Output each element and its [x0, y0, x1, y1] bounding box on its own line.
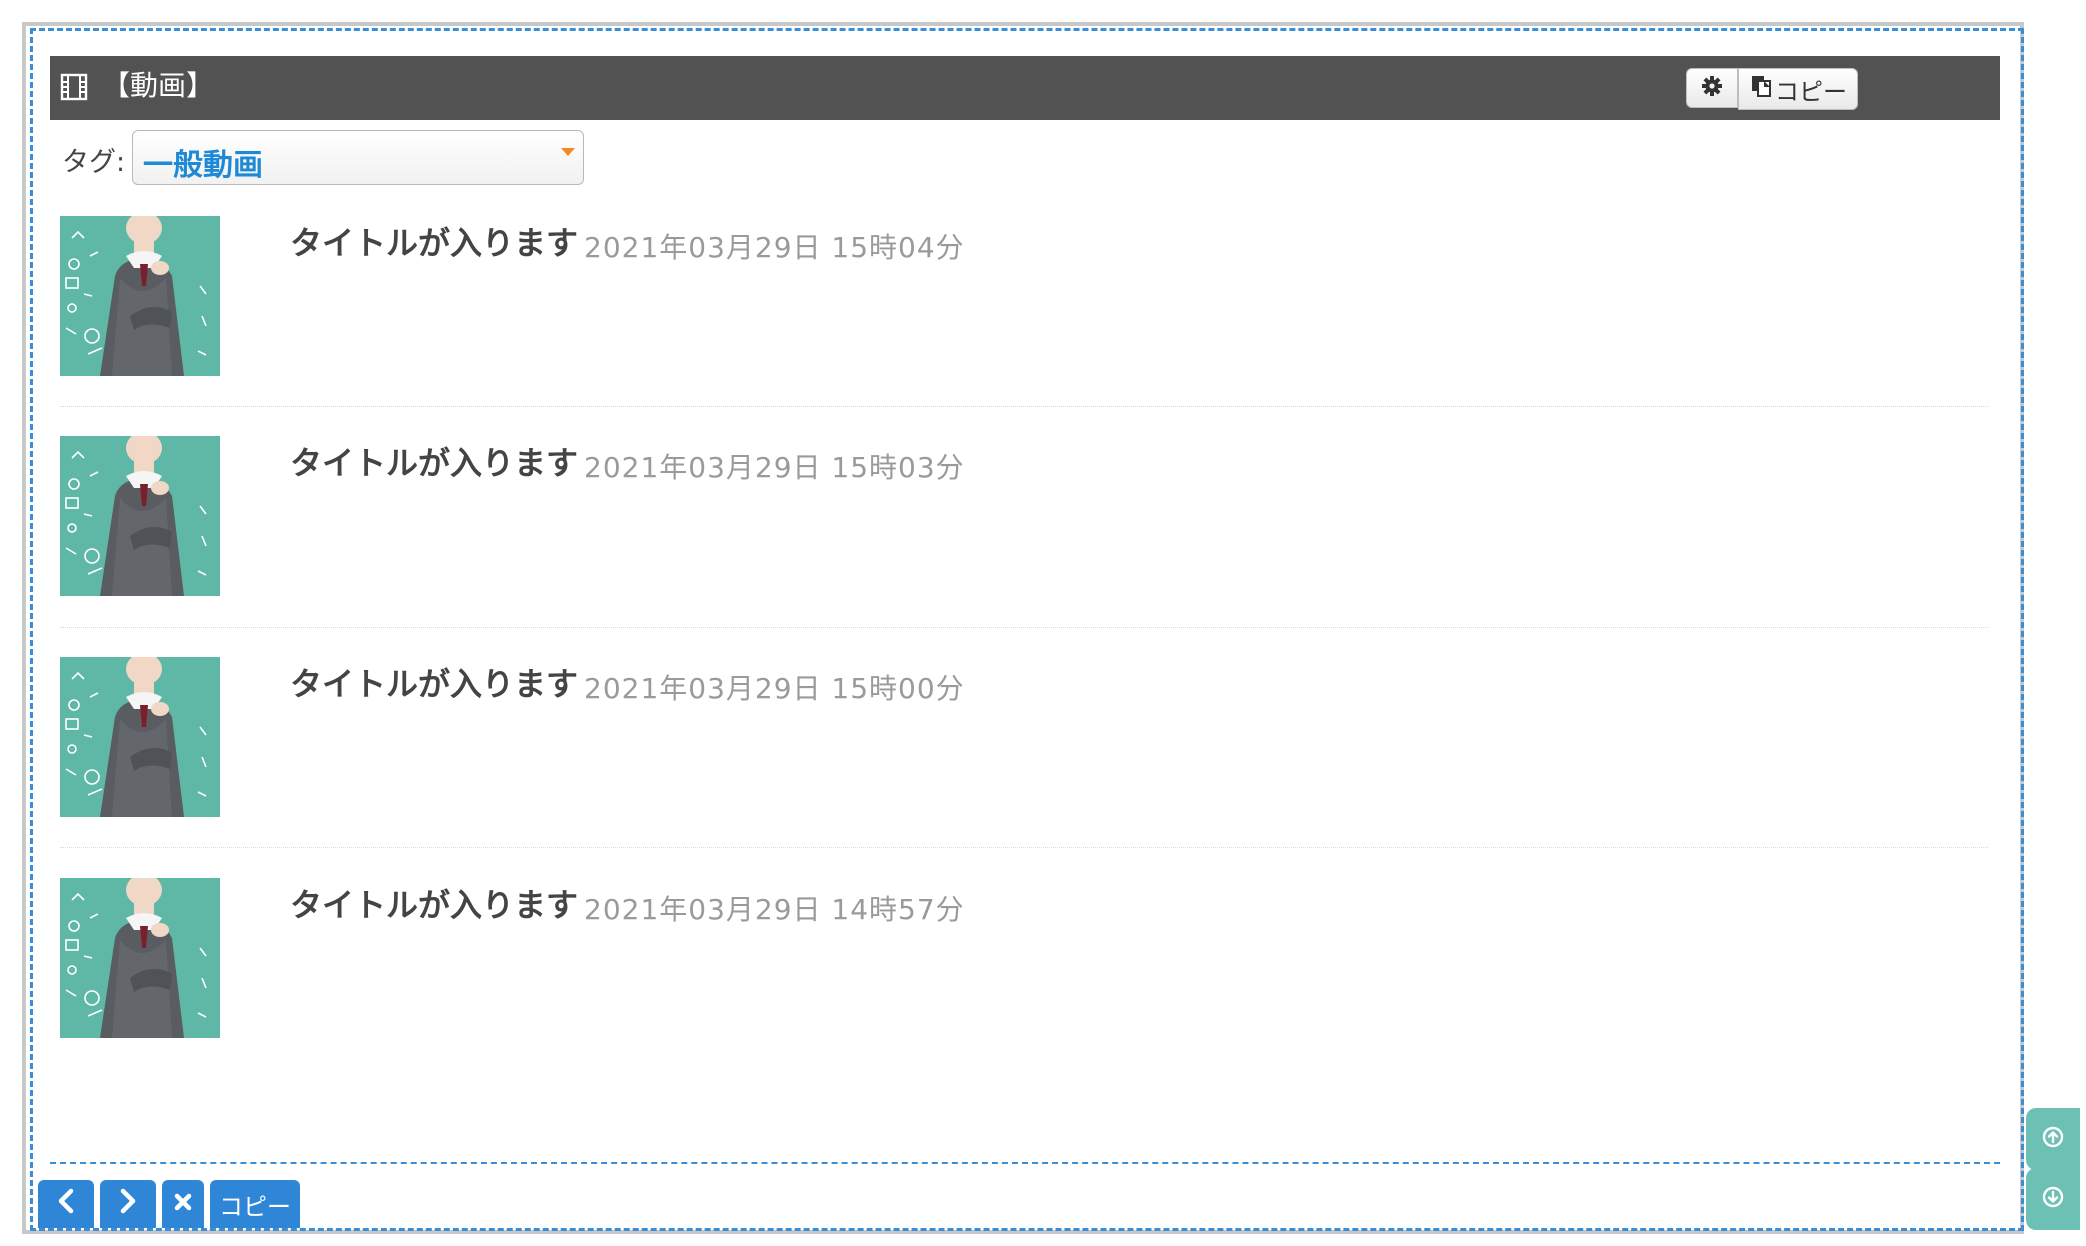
- close-icon: [173, 1190, 193, 1218]
- tag-selected-value: 一般動画: [143, 148, 263, 183]
- chevron-left-icon: [55, 1188, 77, 1220]
- scroll-down-button[interactable]: [2026, 1168, 2080, 1230]
- list-item[interactable]: タイトルが入ります 2021年03月29日 15時00分: [60, 657, 1988, 877]
- copy-footer-button[interactable]: コピー: [210, 1180, 300, 1228]
- item-date: 2021年03月29日 14時57分: [584, 893, 965, 926]
- film-icon: [60, 72, 88, 102]
- list-item[interactable]: タイトルが入ります 2021年03月29日 15時03分: [60, 436, 1988, 656]
- dropdown-arrow-icon: [561, 148, 575, 156]
- block-title: 【動画】: [102, 69, 215, 102]
- video-thumbnail[interactable]: [60, 216, 220, 376]
- gear-icon: [1701, 75, 1723, 101]
- item-divider: [60, 406, 1988, 407]
- video-thumbnail[interactable]: [60, 657, 220, 817]
- copy-block-button[interactable]: コピー: [1738, 68, 1858, 110]
- settings-button[interactable]: [1686, 68, 1738, 108]
- tag-label: タグ:: [62, 147, 126, 178]
- copy-footer-label: コピー: [219, 1192, 291, 1221]
- delete-button[interactable]: [162, 1180, 204, 1228]
- list-item[interactable]: タイトルが入ります 2021年03月29日 14時57分: [60, 878, 1988, 1098]
- chevron-right-icon: [117, 1188, 139, 1220]
- footer-divider: [50, 1162, 2000, 1164]
- item-date: 2021年03月29日 15時00分: [584, 672, 965, 705]
- scroll-up-button[interactable]: [2026, 1108, 2080, 1170]
- item-date: 2021年03月29日 15時04分: [584, 231, 965, 264]
- item-divider: [60, 847, 1988, 848]
- arrow-circle-up-icon: [2042, 1126, 2064, 1152]
- item-divider: [60, 627, 1988, 628]
- item-date: 2021年03月29日 15時03分: [584, 451, 965, 484]
- item-title[interactable]: タイトルが入ります: [290, 880, 578, 926]
- move-next-button[interactable]: [100, 1180, 156, 1228]
- arrow-circle-down-icon: [2042, 1186, 2064, 1212]
- move-prev-button[interactable]: [38, 1180, 94, 1228]
- item-title[interactable]: タイトルが入ります: [290, 218, 578, 264]
- tag-select[interactable]: 一般動画: [132, 130, 584, 185]
- video-thumbnail[interactable]: [60, 436, 220, 596]
- item-title[interactable]: タイトルが入ります: [290, 659, 578, 705]
- video-thumbnail[interactable]: [60, 878, 220, 1038]
- list-item[interactable]: タイトルが入ります 2021年03月29日 15時04分: [60, 216, 1988, 436]
- item-title[interactable]: タイトルが入ります: [290, 438, 578, 484]
- copy-block-label: コピー: [1775, 77, 1847, 106]
- copy-icon: [1749, 74, 1775, 104]
